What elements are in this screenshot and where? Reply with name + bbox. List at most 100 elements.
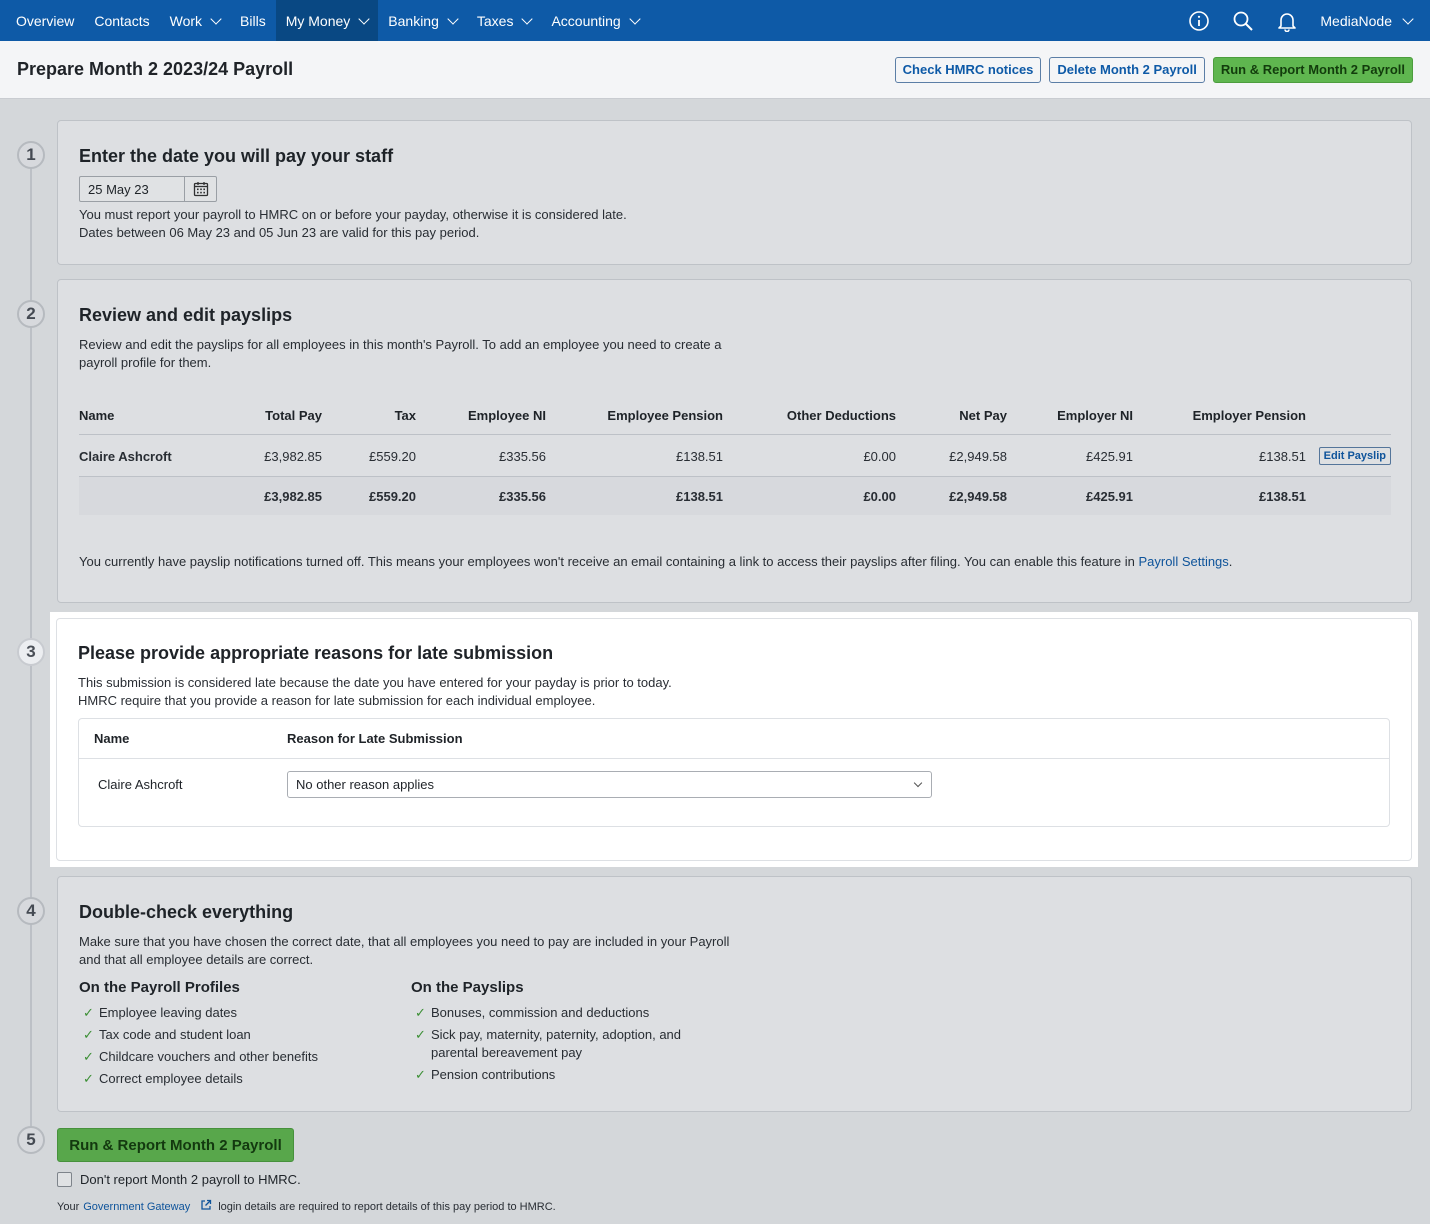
check-icon: ✓ (415, 1067, 426, 1082)
chevron-down-icon (629, 12, 641, 25)
pay-date-value: 25 May 23 (88, 182, 149, 197)
check-icon: ✓ (83, 1005, 94, 1020)
employee-ni: £335.56 (416, 434, 546, 477)
check-icon: ✓ (415, 1005, 426, 1020)
employee-name: Claire Ashcroft (98, 776, 183, 792)
step-2-description: Review and edit the payslips for all emp… (79, 337, 722, 352)
payslips-table: Name Total Pay Tax Employee NI Employee … (79, 402, 1391, 515)
col-header: Employer Pension (1133, 402, 1306, 435)
check-hmrc-notices-button[interactable]: Check HMRC notices (894, 56, 1042, 83)
step-2-title: Review and edit payslips (79, 305, 293, 325)
total-cell: £559.20 (322, 476, 416, 515)
step-4-description: Make sure that you have chosen the corre… (79, 934, 730, 949)
list-item: ✓ Pension contributions (411, 1066, 711, 1084)
delete-payroll-button[interactable]: Delete Month 2 Payroll (1049, 56, 1205, 83)
nav-right: MediaNode (1188, 0, 1430, 41)
step-number-2: 2 (17, 300, 45, 328)
list-item: ✓ Employee leaving dates (79, 1004, 411, 1022)
col-header: Employee NI (416, 402, 546, 435)
nav-work[interactable]: Work (160, 0, 230, 41)
account-menu[interactable]: MediaNode (1320, 13, 1414, 29)
dont-report-row: Don't report Month 2 payroll to HMRC. (57, 1172, 301, 1187)
col-header: Reason for Late Submission (287, 731, 463, 746)
step-2-card: Review and edit payslips Review and edit… (57, 279, 1412, 603)
payslip-notification-notice: You currently have payslip notifications… (79, 554, 1233, 569)
col-header: Net Pay (896, 402, 1007, 435)
other-deductions: £0.00 (723, 434, 896, 477)
nav-my-money[interactable]: My Money (275, 0, 379, 41)
payslips-checklist: On the Payslips ✓ Bonuses, commission and… (411, 979, 711, 1092)
employer-pension: £138.51 (1133, 434, 1306, 477)
col-header: Total Pay (199, 402, 322, 435)
nav-overview[interactable]: Overview (6, 0, 84, 41)
chevron-down-icon (358, 12, 370, 25)
check-icon: ✓ (83, 1071, 94, 1086)
list-item: ✓ Childcare vouchers and other benefits (79, 1048, 411, 1066)
late-reason-value: No other reason applies (296, 776, 435, 792)
check-icon: ✓ (83, 1027, 94, 1042)
government-gateway-note: Your Government Gateway login details ar… (57, 1199, 556, 1214)
net-pay: £2,949.58 (896, 434, 1007, 477)
total-cell: £0.00 (723, 476, 896, 515)
table-row: Claire Ashcroft £3,982.85 £559.20 £335.5… (79, 434, 1391, 477)
list-item: ✓ Correct employee details (79, 1070, 411, 1088)
nav-contacts[interactable]: Contacts (84, 0, 159, 41)
step-1-card: Enter the date you will pay your staff 2… (57, 120, 1412, 265)
valid-dates-text: Dates between 06 May 23 and 05 Jun 23 ar… (79, 225, 480, 240)
col-header: Name (94, 731, 130, 746)
late-warning-text: You must report your payroll to HMRC on … (79, 207, 627, 222)
chevron-down-icon (210, 12, 222, 25)
edit-payslip-button[interactable]: Edit Payslip (1318, 447, 1391, 465)
step-4-card: Double-check everything Make sure that y… (57, 876, 1412, 1112)
check-icon: ✓ (415, 1027, 426, 1042)
chevron-down-icon (913, 778, 923, 787)
totals-row: £3,982.85 £559.20 £335.56 £138.51 £0.00 … (79, 476, 1391, 515)
dont-report-checkbox[interactable] (57, 1172, 72, 1187)
col-header: Employer NI (1007, 402, 1133, 435)
late-reason-select[interactable]: No other reason applies (287, 770, 932, 798)
total-cell: £425.91 (1007, 476, 1133, 515)
nav-taxes[interactable]: Taxes (467, 0, 542, 41)
step-3-description: This submission is considered late becau… (78, 675, 672, 708)
late-reasons-table: Name Reason for Late Submission Claire A… (78, 718, 1390, 827)
top-nav: Overview Contacts Work Bills My Money Ba… (0, 0, 1430, 41)
col-header: Name (79, 402, 199, 435)
government-gateway-link[interactable]: Government Gateway (83, 1201, 190, 1213)
profiles-title: On the Payroll Profiles (79, 979, 240, 996)
tax: £559.20 (322, 434, 416, 477)
run-report-payroll-button[interactable]: Run & Report Month 2 Payroll (57, 1128, 294, 1162)
header-actions: Check HMRC notices Delete Month 2 Payrol… (894, 56, 1413, 83)
employee-name: Claire Ashcroft (79, 434, 199, 477)
payslips-title: On the Payslips (411, 979, 524, 996)
external-link-icon (200, 1199, 212, 1214)
pay-date-input[interactable]: 25 May 23 (79, 176, 217, 202)
payroll-settings-link[interactable]: Payroll Settings (1138, 554, 1228, 569)
step-number-1: 1 (17, 141, 45, 169)
chevron-down-icon (447, 12, 459, 25)
profiles-checklist: On the Payroll Profiles ✓ Employee leavin… (79, 979, 411, 1092)
step-2-description-2: payroll profile for them. (79, 355, 212, 370)
step-number-4: 4 (17, 897, 45, 925)
late-table-header: Name Reason for Late Submission (79, 719, 1389, 759)
step-4-title: Double-check everything (79, 902, 294, 922)
total-pay: £3,982.85 (199, 434, 322, 477)
employer-ni: £425.91 (1007, 434, 1133, 477)
nav-accounting[interactable]: Accounting (541, 0, 648, 41)
list-item: ✓ Sick pay, maternity, paternity, adoptio… (411, 1026, 711, 1062)
nav-bills[interactable]: Bills (230, 0, 276, 41)
search-icon[interactable] (1232, 10, 1254, 32)
info-icon[interactable] (1188, 10, 1210, 32)
table-header-row: Name Total Pay Tax Employee NI Employee … (79, 402, 1391, 435)
step-3-card: Please provide appropriate reasons for l… (56, 618, 1412, 861)
bell-icon[interactable] (1276, 10, 1298, 32)
nav-banking[interactable]: Banking (378, 0, 467, 41)
calendar-icon[interactable] (184, 177, 216, 201)
total-cell: £138.51 (1133, 476, 1306, 515)
page-title: Prepare Month 2 2023/24 Payroll (17, 59, 294, 79)
step-3-highlight: Please provide appropriate reasons for l… (50, 612, 1418, 867)
total-cell: £138.51 (546, 476, 723, 515)
list-item: ✓ Tax code and student loan (79, 1026, 411, 1044)
run-report-button[interactable]: Run & Report Month 2 Payroll (1212, 56, 1413, 83)
step-number-3: 3 (17, 638, 45, 666)
step-4-description-2: and that all employee details are correc… (79, 952, 314, 967)
